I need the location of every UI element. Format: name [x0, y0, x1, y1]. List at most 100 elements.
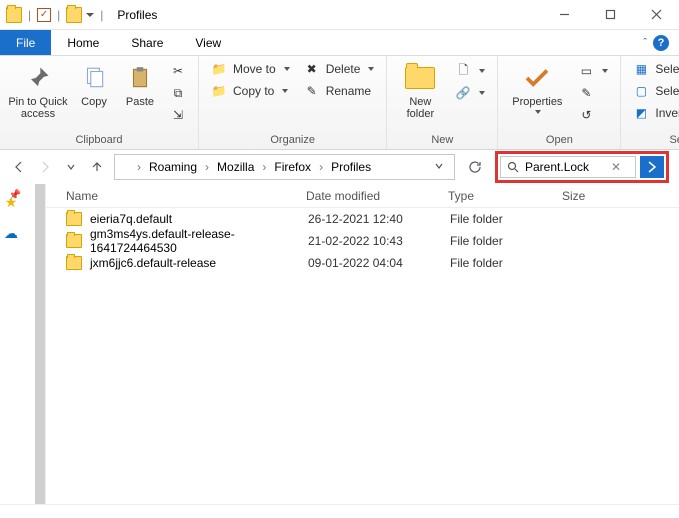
group-clipboard: Pin to Quick access Copy Paste ✂ ⧉ ⇲ Cli… [0, 56, 199, 149]
pin-icon [22, 62, 54, 94]
breadcrumb-item[interactable]: Mozilla [213, 160, 258, 174]
maximize-button[interactable] [587, 0, 633, 30]
tab-home[interactable]: Home [51, 30, 115, 55]
select-all-button[interactable]: ▦Select all [629, 60, 679, 78]
group-label-open: Open [506, 132, 612, 147]
file-list: Name Date modified Type Size eieria7q.de… [46, 184, 679, 504]
folder-icon [66, 234, 82, 248]
forward-button[interactable] [36, 158, 54, 176]
onedrive-icon[interactable]: ☁ [4, 225, 18, 242]
qat-check-icon[interactable]: ✓ [37, 8, 51, 22]
pin-to-quick-access-button[interactable]: Pin to Quick access [8, 60, 68, 120]
select-none-button[interactable]: ▢Select none [629, 82, 679, 100]
titlebar: | ✓ | | Profiles [0, 0, 679, 30]
column-size[interactable]: Size [562, 189, 632, 203]
breadcrumb-item[interactable]: Firefox [270, 160, 315, 174]
delete-button[interactable]: ✖Delete [300, 60, 379, 78]
group-label-select: Select [629, 132, 679, 147]
tab-view[interactable]: View [179, 30, 237, 55]
back-button[interactable] [10, 158, 28, 176]
properties-button[interactable]: Properties [506, 60, 568, 114]
file-date: 26-12-2021 12:40 [308, 212, 450, 226]
invert-selection-icon: ◩ [633, 105, 649, 121]
open-button[interactable]: ▭ [574, 62, 612, 80]
group-label-organize: Organize [207, 132, 378, 147]
search-icon [507, 161, 519, 173]
minimize-button[interactable] [541, 0, 587, 30]
folder-icon [119, 161, 133, 173]
clear-search-icon[interactable]: ✕ [611, 160, 621, 174]
qat-dropdown-icon[interactable] [86, 13, 94, 17]
chevron-right-icon[interactable]: › [203, 160, 211, 174]
group-label-new: New [395, 132, 489, 147]
column-headers[interactable]: Name Date modified Type Size [46, 184, 679, 208]
paste-shortcut-button[interactable]: ⇲ [166, 106, 190, 124]
column-type[interactable]: Type [448, 189, 562, 203]
chevron-right-icon[interactable]: › [260, 160, 268, 174]
invert-selection-button[interactable]: ◩Invert selection [629, 104, 679, 122]
history-icon: ↺ [578, 107, 594, 123]
collapse-ribbon-icon[interactable]: ˆ [643, 37, 647, 49]
copy-path-button[interactable]: ⧉ [166, 84, 190, 102]
edit-button[interactable]: ✎ [574, 84, 612, 102]
column-name[interactable]: Name [46, 189, 306, 203]
folder-icon [66, 256, 82, 270]
address-bar[interactable]: › Roaming › Mozilla › Firefox › Profiles [114, 154, 455, 180]
chevron-right-icon[interactable]: › [317, 160, 325, 174]
group-label-clipboard: Clipboard [8, 132, 190, 147]
tab-share[interactable]: Share [115, 30, 179, 55]
tab-file[interactable]: File [0, 30, 51, 55]
ribbon: Pin to Quick access Copy Paste ✂ ⧉ ⇲ Cli… [0, 56, 679, 150]
move-icon: 📁 [211, 61, 227, 77]
rename-button[interactable]: ✎Rename [300, 82, 379, 100]
new-item-button[interactable]: 🗋 [451, 62, 489, 80]
search-go-button[interactable] [640, 156, 664, 178]
new-folder-button[interactable]: New folder [395, 60, 445, 120]
breadcrumb-item[interactable]: Profiles [327, 160, 375, 174]
copy-to-button[interactable]: 📁Copy to [207, 82, 294, 100]
file-name: eieria7q.default [90, 212, 308, 226]
open-icon: ▭ [578, 63, 594, 79]
properties-icon [521, 62, 553, 94]
group-new: New folder 🗋 🔗 New [387, 56, 498, 149]
file-type: File folder [450, 234, 564, 248]
table-row[interactable]: gm3ms4ys.default-release-1641724464530 2… [46, 230, 679, 252]
paste-icon [124, 62, 156, 94]
separator: | [100, 8, 103, 22]
recent-dropdown[interactable] [62, 158, 80, 176]
paste-button[interactable]: Paste [120, 60, 160, 108]
column-date[interactable]: Date modified [306, 189, 448, 203]
copy-to-icon: 📁 [211, 83, 227, 99]
ribbon-tabs: File Home Share View ˆ ? [0, 30, 679, 56]
close-button[interactable] [633, 0, 679, 30]
shortcut-icon: ⇲ [170, 107, 186, 123]
search-box[interactable]: ✕ [500, 156, 636, 178]
delete-icon: ✖ [304, 61, 320, 77]
copy-button[interactable]: Copy [74, 60, 114, 108]
file-date: 09-01-2022 04:04 [308, 256, 450, 270]
cut-button[interactable]: ✂ [166, 62, 190, 80]
help-icon[interactable]: ? [653, 35, 669, 51]
file-date: 21-02-2022 10:43 [308, 234, 450, 248]
navpane-scrollbar[interactable] [35, 184, 45, 504]
edit-icon: ✎ [578, 85, 594, 101]
up-button[interactable] [88, 158, 106, 176]
select-all-icon: ▦ [633, 61, 649, 77]
table-row[interactable]: jxm6jjc6.default-release 09-01-2022 04:0… [46, 252, 679, 274]
path-icon: ⧉ [170, 85, 186, 101]
copy-icon [78, 62, 110, 94]
chevron-right-icon[interactable]: › [135, 160, 143, 174]
history-button[interactable]: ↺ [574, 106, 612, 124]
navigation-pane[interactable]: ★📌 ☁ [0, 184, 46, 504]
move-to-button[interactable]: 📁Move to [207, 60, 294, 78]
refresh-button[interactable] [463, 155, 487, 179]
address-dropdown-icon[interactable] [428, 160, 450, 174]
breadcrumb-item[interactable]: Roaming [145, 160, 201, 174]
quick-access-icon[interactable]: ★📌 [5, 194, 18, 211]
easy-access-button[interactable]: 🔗 [451, 84, 489, 102]
scissors-icon: ✂ [170, 63, 186, 79]
separator: | [28, 8, 31, 22]
search-input[interactable] [525, 160, 605, 174]
easy-access-icon: 🔗 [455, 85, 471, 101]
group-open: Properties ▭ ✎ ↺ Open [498, 56, 621, 149]
